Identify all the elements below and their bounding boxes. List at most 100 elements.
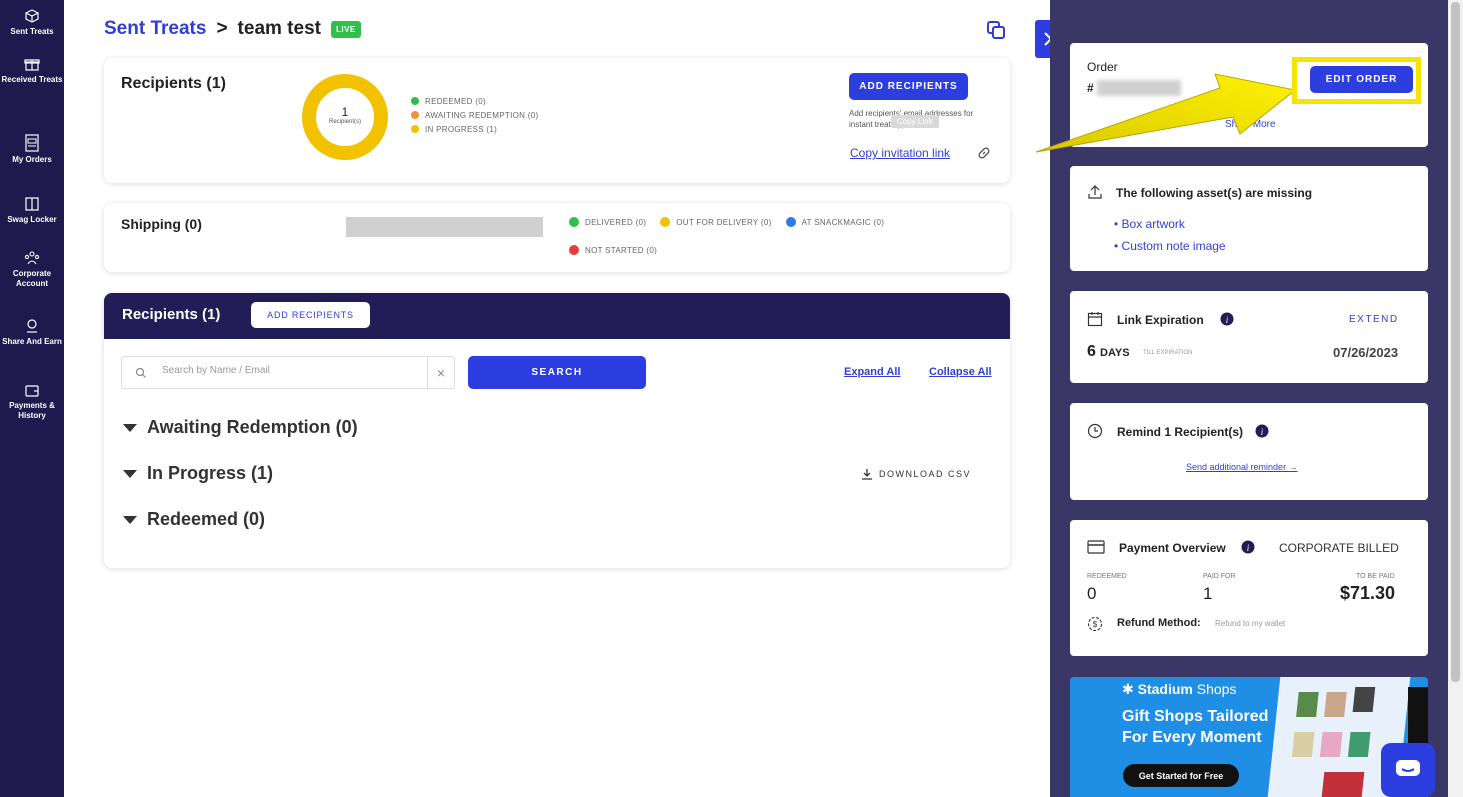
gift-icon: [24, 59, 40, 71]
search-button[interactable]: SEARCH: [468, 356, 646, 389]
promo-brand-name: Stadium: [1137, 681, 1193, 697]
send-reminder-link[interactable]: Send additional reminder →: [1186, 462, 1298, 472]
legend-item: AT SNACKMAGIC (0): [785, 215, 885, 229]
billing-type: CORPORATE BILLED: [1279, 541, 1399, 555]
redeemed-value: 0: [1087, 584, 1097, 603]
info-icon[interactable]: i: [1255, 424, 1269, 438]
paid-for-value: 1: [1203, 584, 1213, 603]
nav-item-share-and-earn[interactable]: Share And Earn: [0, 318, 64, 347]
download-label: DOWNLOAD CSV: [879, 469, 972, 479]
shipping-legend-row2: NOT STARTED (0): [569, 243, 657, 257]
copy-invitation-link[interactable]: Copy invitation link: [850, 146, 950, 160]
legend-dot: [569, 217, 579, 227]
group-in-progress[interactable]: In Progress (1): [123, 463, 273, 484]
nav-item-swag-locker[interactable]: Swag Locker: [0, 196, 64, 225]
collapse-all-link[interactable]: Collapse All: [929, 366, 992, 378]
legend-label: OUT FOR DELIVERY (0): [676, 217, 772, 227]
group-redeemed[interactable]: Redeemed (0): [123, 509, 265, 530]
to-be-paid-label: TO BE PAID: [1356, 573, 1395, 580]
reminder-card: Remind 1 Recipient(s) i Send additional …: [1070, 403, 1428, 500]
group-label: Awaiting Redemption (0): [147, 417, 358, 437]
product-tile: [1291, 732, 1315, 757]
breadcrumb-sent-treats[interactable]: Sent Treats: [104, 18, 206, 40]
locker-icon: [25, 197, 39, 211]
missing-asset-label: Custom note image: [1121, 239, 1226, 253]
missing-asset-item[interactable]: • Box artwork: [1114, 213, 1226, 235]
legend-dot: [411, 111, 419, 119]
page-scrollbar[interactable]: [1448, 0, 1463, 797]
close-icon: ×: [436, 364, 446, 381]
legend-item: AWAITING REDEMPTION (0): [411, 108, 538, 122]
gift-box-icon: [25, 9, 39, 23]
legend-label: IN PROGRESS (1): [425, 124, 498, 134]
payment-overview-title: Payment Overview: [1119, 541, 1226, 555]
donut-count: 1: [341, 105, 349, 119]
days-unit: DAYS: [1100, 347, 1130, 359]
promo-brand: ✱ Stadium Shops: [1122, 681, 1236, 698]
product-tile: [1319, 732, 1343, 757]
nav-item-corporate-account[interactable]: Corporate Account: [0, 250, 64, 289]
promo-cta-button[interactable]: Get Started for Free: [1123, 764, 1239, 787]
download-csv-button[interactable]: DOWNLOAD CSV: [861, 468, 971, 480]
group-awaiting-redemption[interactable]: Awaiting Redemption (0): [123, 417, 358, 438]
breadcrumb-separator: >: [216, 18, 228, 39]
donut-label: Recipient(s): [328, 119, 361, 125]
breadcrumb: Sent Treats > team test LIVE: [104, 18, 361, 40]
days-remaining: 6: [1087, 343, 1096, 360]
add-recipients-button[interactable]: ADD RECIPIENTS: [849, 73, 968, 100]
main-content: Sent Treats > team test LIVE Recipients …: [64, 0, 1050, 797]
product-tile: [1324, 692, 1347, 717]
search-box: ×: [121, 356, 455, 389]
caret-down-icon: [123, 515, 137, 524]
download-icon: [862, 469, 872, 480]
clear-search-button[interactable]: ×: [427, 357, 454, 388]
legend-label: AT SNACKMAGIC (0): [801, 217, 885, 227]
stadium-logo-icon: ✱: [1122, 681, 1134, 697]
legend-item: OUT FOR DELIVERY (0): [660, 215, 771, 229]
paid-for-label: PAID FOR: [1203, 573, 1236, 580]
missing-asset-label: Box artwork: [1121, 217, 1185, 231]
search-icon: [135, 367, 146, 378]
nav-item-sent-treats[interactable]: Sent Treats: [0, 8, 64, 37]
missing-asset-item[interactable]: • Custom note image: [1114, 235, 1226, 257]
hand-coin-icon: [27, 319, 37, 333]
product-tile: [1321, 772, 1365, 797]
recipients-table-card: Recipients (1) ADD RECIPIENTS × SEARCH E…: [104, 293, 1010, 568]
promo-banner[interactable]: ✱ Stadium Shops Gift Shops Tailored For …: [1070, 677, 1428, 797]
redeemed-label: REDEEMED: [1087, 573, 1127, 580]
scrollbar-thumb[interactable]: [1451, 2, 1460, 682]
status-badge: LIVE: [330, 20, 361, 38]
link-icon[interactable]: [977, 146, 991, 160]
nav-label: Corporate Account: [12, 269, 52, 288]
product-tile: [1296, 692, 1319, 717]
caret-down-icon: [123, 423, 137, 432]
expand-all-link[interactable]: Expand All: [844, 366, 900, 378]
legend-item: NOT STARTED (0): [569, 243, 657, 257]
add-recipients-button-secondary[interactable]: ADD RECIPIENTS: [251, 302, 370, 328]
missing-assets-list: • Box artwork • Custom note image: [1114, 213, 1226, 257]
shipping-progress-bar: [346, 217, 543, 237]
chat-button[interactable]: [1381, 743, 1435, 797]
annotation-arrow-icon: [1035, 73, 1297, 153]
extend-link[interactable]: EXTEND: [1349, 314, 1399, 325]
search-input[interactable]: [162, 365, 412, 376]
till-expiration-label: TILL EXPIRATION: [1143, 350, 1193, 356]
promo-brand-suffix: Shops: [1196, 681, 1237, 697]
legend-dot: [660, 217, 671, 227]
info-icon[interactable]: i: [1220, 312, 1234, 326]
chat-icon: [1396, 760, 1420, 776]
nav-item-my-orders[interactable]: My Orders: [0, 134, 64, 165]
link-expiration-title: Link Expiration: [1117, 313, 1204, 327]
legend-item: REDEEMED (0): [411, 94, 538, 108]
promo-headline-2: For Every Moment: [1122, 729, 1262, 746]
shipping-title: Shipping (0): [121, 216, 202, 232]
copy-icon[interactable]: [986, 20, 1006, 40]
caret-down-icon: [123, 469, 137, 478]
nav-item-payments-history[interactable]: Payments & History: [0, 382, 64, 421]
promo-phone-image: [1408, 687, 1428, 747]
group-label: In Progress (1): [147, 463, 274, 483]
legend-label: NOT STARTED (0): [585, 245, 658, 255]
nav-item-received-treats[interactable]: Received Treats: [0, 56, 64, 85]
recipients-table-title: Recipients (1): [122, 306, 221, 323]
info-icon[interactable]: i: [1241, 540, 1255, 554]
